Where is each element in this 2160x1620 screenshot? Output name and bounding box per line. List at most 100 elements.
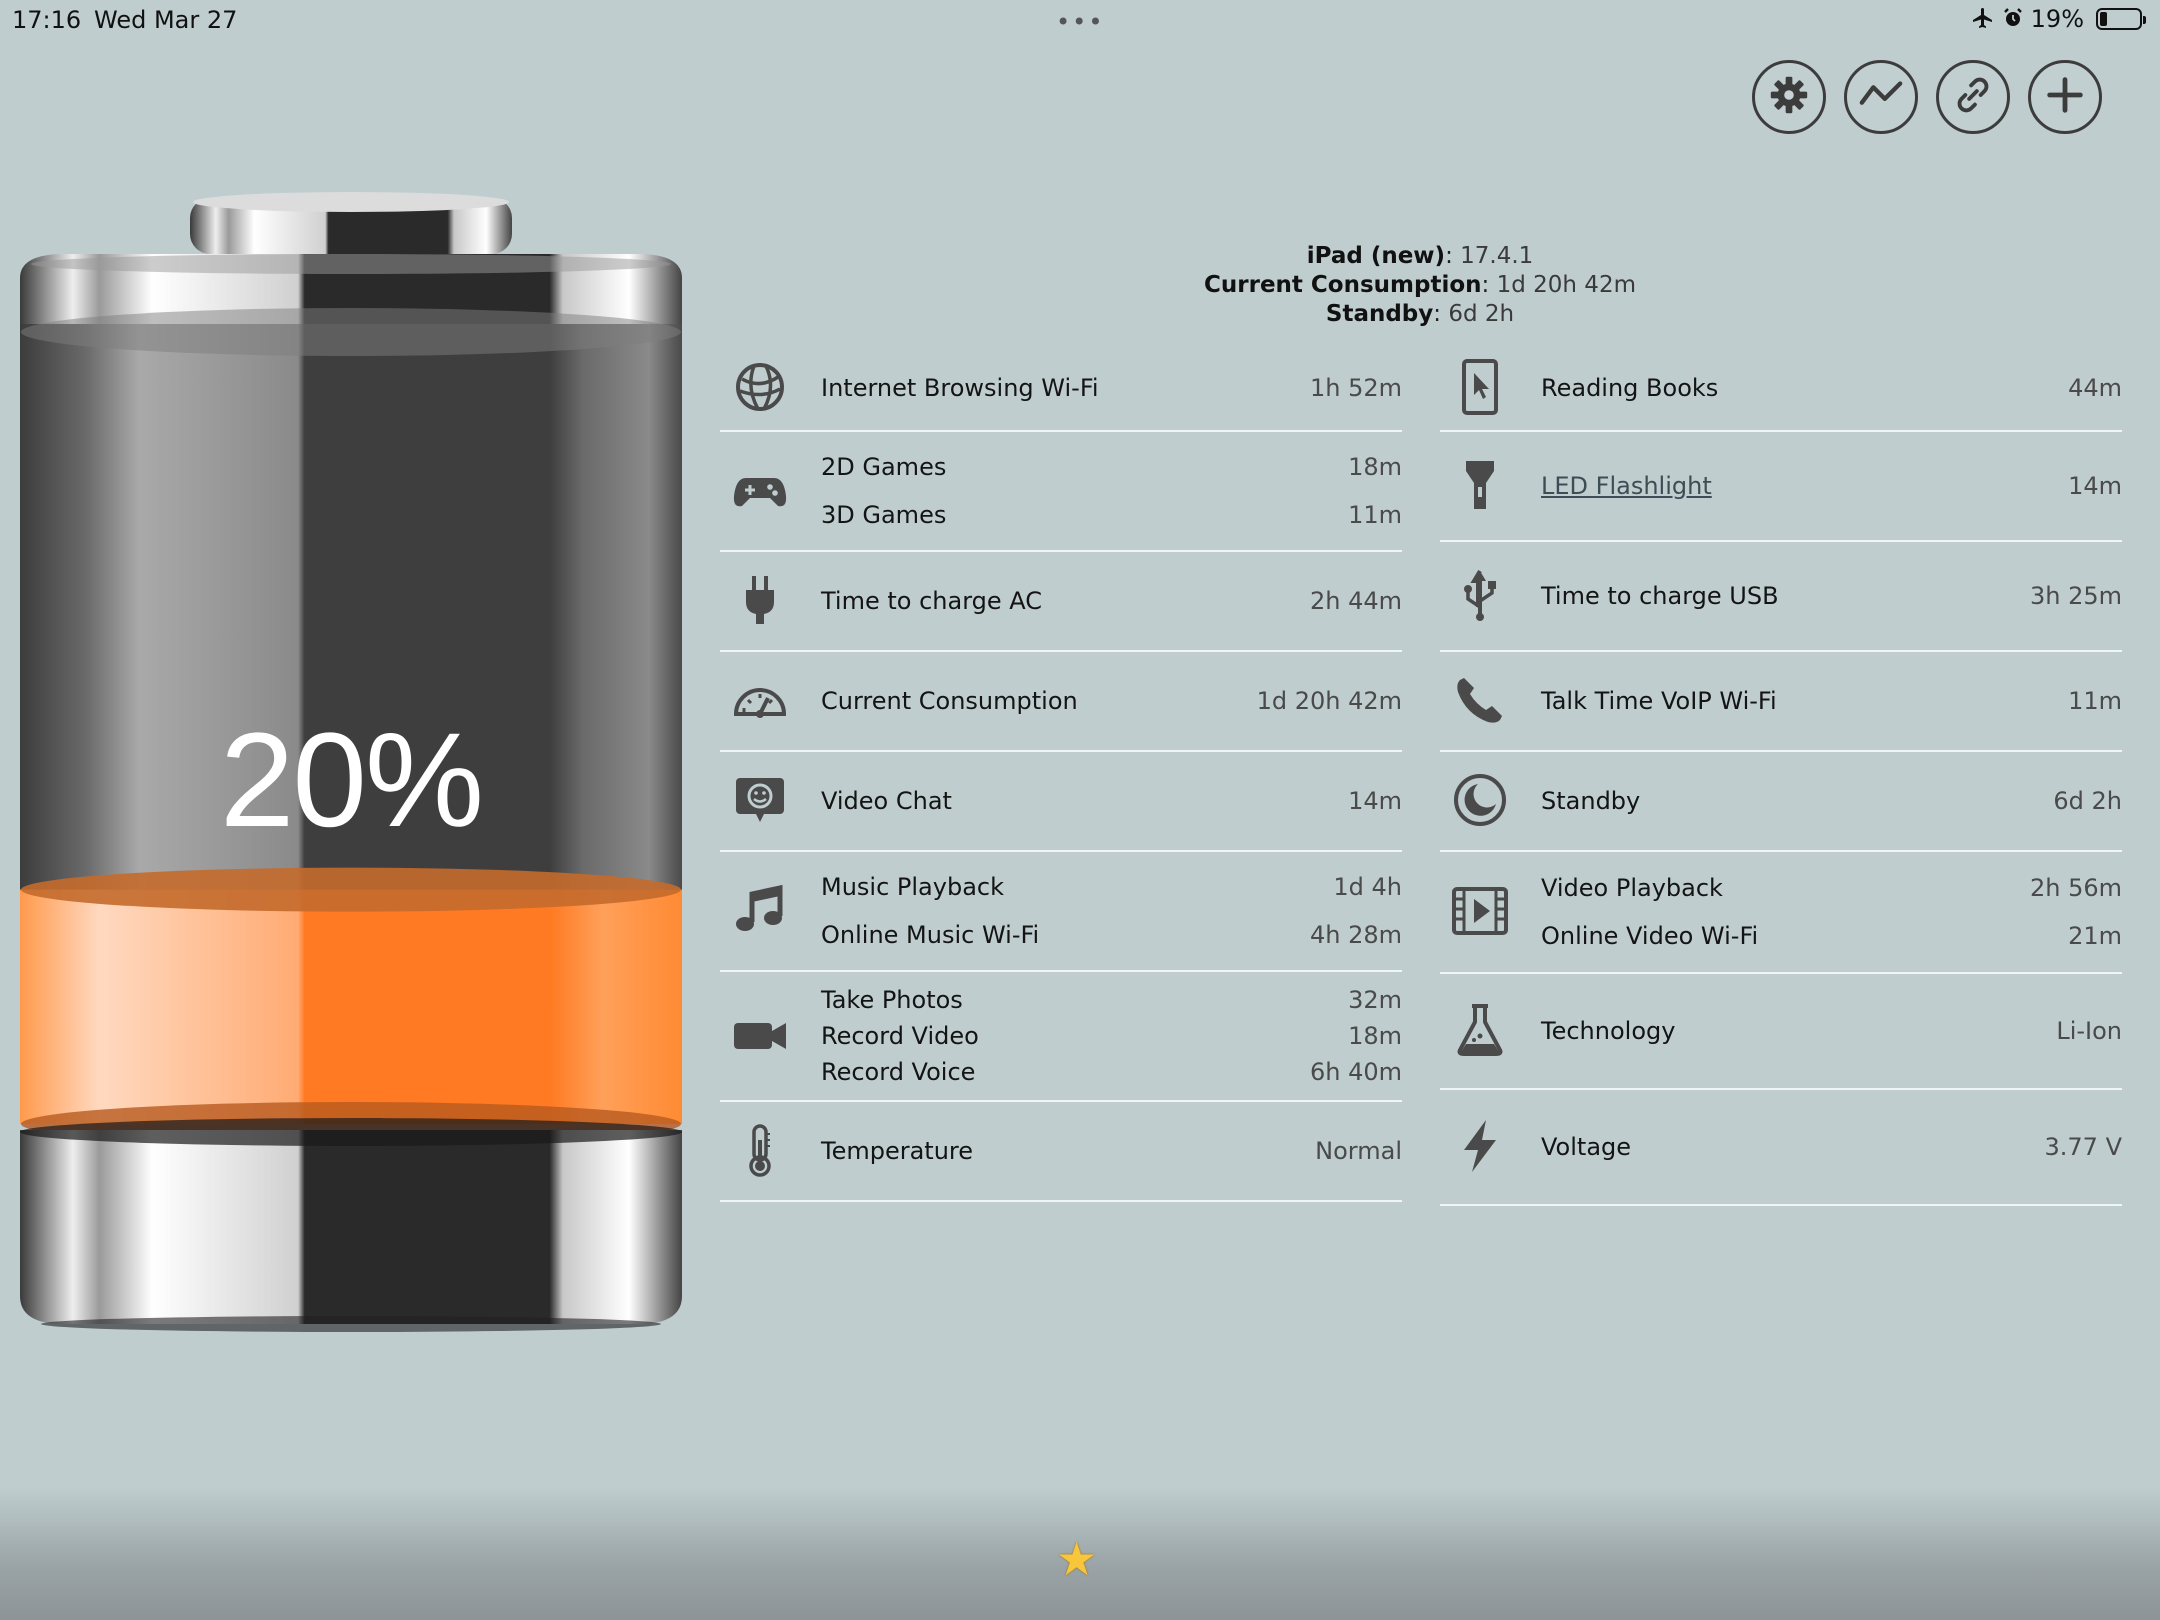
plug-icon [732, 572, 788, 628]
link-icon [1950, 72, 1996, 122]
stat-row[interactable]: Standby 6d 2h [1440, 752, 2122, 852]
stat-line: Reading Books 44m [1541, 374, 2122, 402]
stat-row[interactable]: Video Playback 2h 56m Online Video Wi-Fi 21… [1440, 852, 2122, 974]
stat-label: Time to charge AC [821, 587, 1043, 615]
stat-value: 3h 25m [2029, 582, 2122, 610]
settings-button[interactable] [1752, 60, 1826, 134]
stat-line: Video Chat 14m [821, 787, 1402, 815]
standby-info-line: Standby: 6d 2h [1325, 301, 1515, 327]
stat-value: 14m [1348, 787, 1402, 815]
stat-row[interactable]: Temperature Normal [720, 1102, 1402, 1202]
stat-row[interactable]: Current Consumption 1d 20h 42m [720, 652, 1402, 752]
stat-line: Voltage 3.77 V [1541, 1133, 2122, 1161]
stat-value: 6d 2h [2053, 787, 2122, 815]
flashlight-icon [1452, 457, 1508, 513]
stat-label: Technology [1541, 1017, 1676, 1045]
thermometer-icon [732, 1122, 788, 1178]
camera-icon [732, 1007, 788, 1063]
multitasking-dots[interactable]: ••• [1056, 8, 1104, 36]
usb-icon [1452, 567, 1508, 623]
stat-row[interactable]: Talk Time VoIP Wi-Fi 11m [1440, 652, 2122, 752]
stat-line: 3D Games 11m [821, 501, 1402, 529]
stat-row[interactable]: Reading Books 44m [1440, 346, 2122, 432]
globe-icon [732, 359, 788, 415]
stat-label: Current Consumption [821, 687, 1078, 715]
stat-label: Online Music Wi-Fi [821, 921, 1040, 949]
stat-line: Take Photos 32m [821, 986, 1402, 1014]
star-icon[interactable]: ★ [1056, 1532, 1097, 1586]
stat-row[interactable]: 2D Games 18m 3D Games 11m [720, 432, 1402, 552]
device-info-line: iPad (new): 17.4.1 [1306, 243, 1534, 269]
stats-left-column: Internet Browsing Wi-Fi 1h 52m 2D Games 18m… [720, 346, 1402, 1202]
consumption-info-line: Current Consumption: 1d 20h 42m [1204, 272, 1636, 298]
status-right: 19% [1971, 5, 2146, 33]
stat-value: 6h 40m [1309, 1058, 1402, 1086]
stat-line: Internet Browsing Wi-Fi 1h 52m [821, 374, 1402, 402]
status-battery-icon [2096, 8, 2146, 30]
battery-graphic: 20% [18, 192, 684, 1342]
status-bar: 17:16 Wed Mar 27 ••• 19% [0, 0, 2160, 40]
stat-row[interactable]: Time to charge USB 3h 25m [1440, 542, 2122, 652]
stat-row[interactable]: Internet Browsing Wi-Fi 1h 52m [720, 346, 1402, 432]
stat-value: 2h 56m [2029, 874, 2122, 902]
link-button[interactable] [1936, 60, 2010, 134]
speedometer-icon [732, 672, 788, 728]
history-chart-button[interactable] [1844, 60, 1918, 134]
flask-icon [1452, 1002, 1508, 1058]
airplane-icon [1971, 6, 1995, 32]
stat-value: Li-Ion [2056, 1017, 2122, 1045]
stat-value: 1h 52m [1309, 374, 1402, 402]
stat-value: 18m [1348, 1022, 1402, 1050]
stat-label: Music Playback [821, 873, 1004, 901]
stat-value: 1d 20h 42m [1256, 687, 1402, 715]
stat-link[interactable]: LED Flashlight [1541, 472, 1712, 500]
status-date: Wed Mar 27 [94, 6, 238, 34]
stat-row[interactable]: Technology Li-Ion [1440, 974, 2122, 1090]
stat-row[interactable]: LED Flashlight 14m [1440, 432, 2122, 542]
stat-label: Temperature [821, 1137, 974, 1165]
stat-line: Technology Li-Ion [1541, 1017, 2122, 1045]
add-button[interactable] [2028, 60, 2102, 134]
stat-label: 3D Games [821, 501, 947, 529]
stat-value: 32m [1348, 986, 1402, 1014]
stat-line: LED Flashlight 14m [1541, 472, 2122, 500]
stat-row[interactable]: Time to charge AC 2h 44m [720, 552, 1402, 652]
gear-icon [1766, 72, 1812, 122]
stat-value: 3.77 V [2044, 1133, 2122, 1161]
stat-value: 1d 4h [1333, 873, 1402, 901]
phone-icon [1452, 672, 1508, 728]
status-battery-percent: 19% [2030, 5, 2084, 33]
stat-row[interactable]: Music Playback 1d 4h Online Music Wi-Fi 4h … [720, 852, 1402, 972]
stat-value: 21m [2068, 922, 2122, 950]
stat-row[interactable]: Take Photos 32m Record Video 18m Record Voic… [720, 972, 1402, 1102]
plus-icon [2042, 72, 2088, 122]
stat-label: Video Chat [821, 787, 952, 815]
stat-line: Record Video 18m [821, 1022, 1402, 1050]
stat-value: 14m [2068, 472, 2122, 500]
music-note-icon [732, 882, 788, 938]
stat-value: 11m [2068, 687, 2122, 715]
stat-line: Time to charge USB 3h 25m [1541, 582, 2122, 610]
stat-label: Standby [1541, 787, 1641, 815]
stat-label: Reading Books [1541, 374, 1719, 402]
stat-value: Normal [1315, 1137, 1402, 1165]
stat-line: Record Voice 6h 40m [821, 1058, 1402, 1086]
stat-line: Time to charge AC 2h 44m [821, 587, 1402, 615]
stat-line: Music Playback 1d 4h [821, 873, 1402, 901]
stat-label: Take Photos [821, 986, 963, 1014]
stat-value: 2h 44m [1309, 587, 1402, 615]
stat-row[interactable]: Voltage 3.77 V [1440, 1090, 2122, 1206]
stat-line: Video Playback 2h 56m [1541, 874, 2122, 902]
alarm-icon [2001, 6, 2025, 32]
stat-line: 2D Games 18m [821, 453, 1402, 481]
lightning-icon [1452, 1118, 1508, 1174]
stat-row[interactable]: Video Chat 14m [720, 752, 1402, 852]
stat-line: Standby 6d 2h [1541, 787, 2122, 815]
stat-label: Voltage [1541, 1133, 1632, 1161]
stat-label: Talk Time VoIP Wi-Fi [1541, 687, 1777, 715]
status-time: 17:16 [12, 6, 82, 34]
stat-line: Current Consumption 1d 20h 42m [821, 687, 1402, 715]
film-icon [1452, 883, 1508, 939]
toolbar [1752, 60, 2102, 134]
battery-percent-label: 20% [219, 706, 484, 855]
